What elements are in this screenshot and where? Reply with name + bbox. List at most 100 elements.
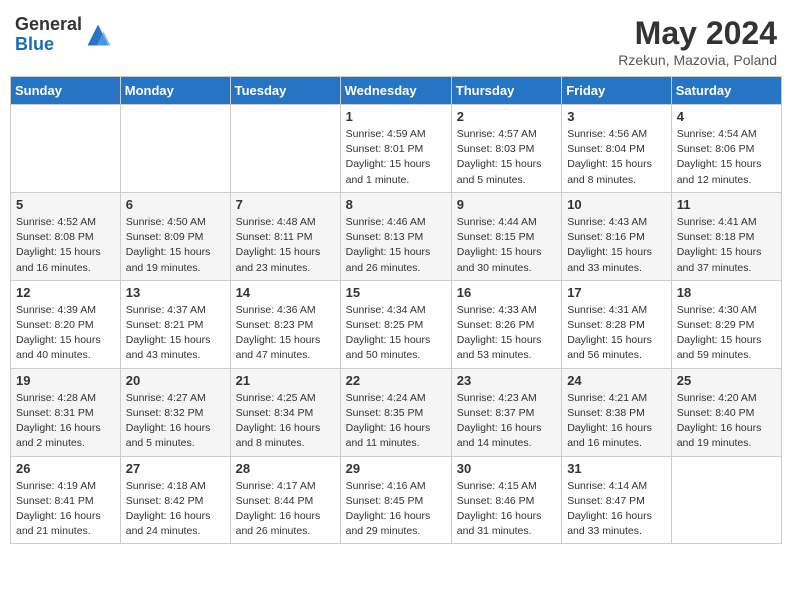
title-block: May 2024 Rzekun, Mazovia, Poland [618, 15, 777, 68]
calendar-cell: 16Sunrise: 4:33 AM Sunset: 8:26 PM Dayli… [451, 280, 561, 368]
calendar-table: SundayMondayTuesdayWednesdayThursdayFrid… [10, 76, 782, 544]
calendar-cell: 7 Sunrise: 4:48 AM Sunset: 8:11 PM Daylig… [230, 192, 340, 280]
day-number: 27 [126, 461, 225, 476]
day-number: 2 [457, 109, 556, 124]
day-info: Sunrise: 4:20 AM Sunset: 8:40 PM Dayligh… [677, 391, 776, 452]
day-number: 10 [567, 197, 666, 212]
day-info: Sunrise: 4:48 AM Sunset: 8:11 PM Dayligh… [236, 215, 335, 276]
calendar-cell: 5Sunrise: 4:52 AM Sunset: 8:08 PM Daylig… [11, 192, 121, 280]
calendar-cell: 26 Sunrise: 4:19 AM Sunset: 8:41 PM Dayli… [11, 456, 121, 544]
weekday-header-row: SundayMondayTuesdayWednesdayThursdayFrid… [11, 77, 782, 105]
weekday-header-saturday: Saturday [671, 77, 781, 105]
calendar-cell: 9 Sunrise: 4:44 AM Sunset: 8:15 PM Daylig… [451, 192, 561, 280]
calendar-cell: 30 Sunrise: 4:15 AM Sunset: 8:46 PM Dayli… [451, 456, 561, 544]
calendar-cell: 6 Sunrise: 4:50 AM Sunset: 8:09 PM Daylig… [120, 192, 230, 280]
day-info: Sunrise: 4:57 AM Sunset: 8:03 PM Dayligh… [457, 127, 556, 188]
day-number: 29 [346, 461, 446, 476]
day-info: Sunrise: 4:52 AM Sunset: 8:08 PM Dayligh… [16, 215, 115, 276]
day-info: Sunrise: 4:24 AM Sunset: 8:35 PM Dayligh… [346, 391, 446, 452]
calendar-cell: 14 Sunrise: 4:36 AM Sunset: 8:23 PM Dayli… [230, 280, 340, 368]
calendar-cell [671, 456, 781, 544]
day-number: 13 [126, 285, 225, 300]
calendar-cell: 29 Sunrise: 4:16 AM Sunset: 8:45 PM Dayli… [340, 456, 451, 544]
day-info: Sunrise: 4:33 AM Sunset: 8:26 PM Dayligh… [457, 303, 556, 364]
calendar-cell: 3Sunrise: 4:56 AM Sunset: 8:04 PM Daylig… [562, 105, 672, 193]
day-info: Sunrise: 4:54 AM Sunset: 8:06 PM Dayligh… [677, 127, 776, 188]
day-number: 4 [677, 109, 776, 124]
calendar-week-row: 1Sunrise: 4:59 AM Sunset: 8:01 PM Daylig… [11, 105, 782, 193]
calendar-week-row: 12Sunrise: 4:39 AM Sunset: 8:20 PM Dayli… [11, 280, 782, 368]
calendar-cell: 31 Sunrise: 4:14 AM Sunset: 8:47 PM Dayli… [562, 456, 672, 544]
day-number: 20 [126, 373, 225, 388]
day-number: 31 [567, 461, 666, 476]
day-number: 9 [457, 197, 556, 212]
day-info: Sunrise: 4:37 AM Sunset: 8:21 PM Dayligh… [126, 303, 225, 364]
calendar-cell [230, 105, 340, 193]
day-number: 21 [236, 373, 335, 388]
day-number: 15 [346, 285, 446, 300]
weekday-header-sunday: Sunday [11, 77, 121, 105]
day-info: Sunrise: 4:50 AM Sunset: 8:09 PM Dayligh… [126, 215, 225, 276]
day-number: 30 [457, 461, 556, 476]
day-number: 17 [567, 285, 666, 300]
day-info: Sunrise: 4:15 AM Sunset: 8:46 PM Dayligh… [457, 479, 556, 540]
day-number: 7 [236, 197, 335, 212]
day-number: 11 [677, 197, 776, 212]
day-number: 6 [126, 197, 225, 212]
day-info: Sunrise: 4:14 AM Sunset: 8:47 PM Dayligh… [567, 479, 666, 540]
calendar-cell: 22 Sunrise: 4:24 AM Sunset: 8:35 PM Dayli… [340, 368, 451, 456]
day-info: Sunrise: 4:16 AM Sunset: 8:45 PM Dayligh… [346, 479, 446, 540]
calendar-cell: 4 Sunrise: 4:54 AM Sunset: 8:06 PM Daylig… [671, 105, 781, 193]
day-number: 18 [677, 285, 776, 300]
logo-icon [84, 21, 112, 49]
day-number: 1 [346, 109, 446, 124]
day-number: 19 [16, 373, 115, 388]
page-header: General Blue May 2024 Rzekun, Mazovia, P… [10, 10, 782, 68]
calendar-week-row: 26 Sunrise: 4:19 AM Sunset: 8:41 PM Dayli… [11, 456, 782, 544]
calendar-cell: 21Sunrise: 4:25 AM Sunset: 8:34 PM Dayli… [230, 368, 340, 456]
calendar-cell: 20 Sunrise: 4:27 AM Sunset: 8:32 PM Dayli… [120, 368, 230, 456]
calendar-cell: 1Sunrise: 4:59 AM Sunset: 8:01 PM Daylig… [340, 105, 451, 193]
calendar-cell: 12Sunrise: 4:39 AM Sunset: 8:20 PM Dayli… [11, 280, 121, 368]
day-number: 24 [567, 373, 666, 388]
calendar-cell: 10Sunrise: 4:43 AM Sunset: 8:16 PM Dayli… [562, 192, 672, 280]
main-title: May 2024 [618, 15, 777, 52]
weekday-header-wednesday: Wednesday [340, 77, 451, 105]
day-info: Sunrise: 4:23 AM Sunset: 8:37 PM Dayligh… [457, 391, 556, 452]
calendar-cell: 25 Sunrise: 4:20 AM Sunset: 8:40 PM Dayli… [671, 368, 781, 456]
day-number: 14 [236, 285, 335, 300]
day-info: Sunrise: 4:28 AM Sunset: 8:31 PM Dayligh… [16, 391, 115, 452]
day-info: Sunrise: 4:44 AM Sunset: 8:15 PM Dayligh… [457, 215, 556, 276]
weekday-header-monday: Monday [120, 77, 230, 105]
day-info: Sunrise: 4:19 AM Sunset: 8:41 PM Dayligh… [16, 479, 115, 540]
day-number: 8 [346, 197, 446, 212]
day-info: Sunrise: 4:34 AM Sunset: 8:25 PM Dayligh… [346, 303, 446, 364]
calendar-cell: 13 Sunrise: 4:37 AM Sunset: 8:21 PM Dayli… [120, 280, 230, 368]
calendar-cell: 2 Sunrise: 4:57 AM Sunset: 8:03 PM Daylig… [451, 105, 561, 193]
day-info: Sunrise: 4:46 AM Sunset: 8:13 PM Dayligh… [346, 215, 446, 276]
weekday-header-thursday: Thursday [451, 77, 561, 105]
calendar-cell: 23 Sunrise: 4:23 AM Sunset: 8:37 PM Dayli… [451, 368, 561, 456]
day-info: Sunrise: 4:31 AM Sunset: 8:28 PM Dayligh… [567, 303, 666, 364]
day-number: 26 [16, 461, 115, 476]
weekday-header-friday: Friday [562, 77, 672, 105]
day-number: 23 [457, 373, 556, 388]
day-info: Sunrise: 4:39 AM Sunset: 8:20 PM Dayligh… [16, 303, 115, 364]
day-info: Sunrise: 4:27 AM Sunset: 8:32 PM Dayligh… [126, 391, 225, 452]
day-info: Sunrise: 4:17 AM Sunset: 8:44 PM Dayligh… [236, 479, 335, 540]
day-number: 25 [677, 373, 776, 388]
day-info: Sunrise: 4:18 AM Sunset: 8:42 PM Dayligh… [126, 479, 225, 540]
day-info: Sunrise: 4:36 AM Sunset: 8:23 PM Dayligh… [236, 303, 335, 364]
day-info: Sunrise: 4:30 AM Sunset: 8:29 PM Dayligh… [677, 303, 776, 364]
calendar-cell: 24 Sunrise: 4:21 AM Sunset: 8:38 PM Dayli… [562, 368, 672, 456]
calendar-cell: 19 Sunrise: 4:28 AM Sunset: 8:31 PM Dayli… [11, 368, 121, 456]
logo-blue-text: Blue [15, 34, 54, 54]
subtitle: Rzekun, Mazovia, Poland [618, 52, 777, 68]
day-number: 22 [346, 373, 446, 388]
logo-general-text: General [15, 14, 82, 34]
calendar-week-row: 5Sunrise: 4:52 AM Sunset: 8:08 PM Daylig… [11, 192, 782, 280]
calendar-cell: 15 Sunrise: 4:34 AM Sunset: 8:25 PM Dayli… [340, 280, 451, 368]
day-info: Sunrise: 4:21 AM Sunset: 8:38 PM Dayligh… [567, 391, 666, 452]
day-info: Sunrise: 4:56 AM Sunset: 8:04 PM Dayligh… [567, 127, 666, 188]
logo: General Blue [15, 15, 112, 55]
